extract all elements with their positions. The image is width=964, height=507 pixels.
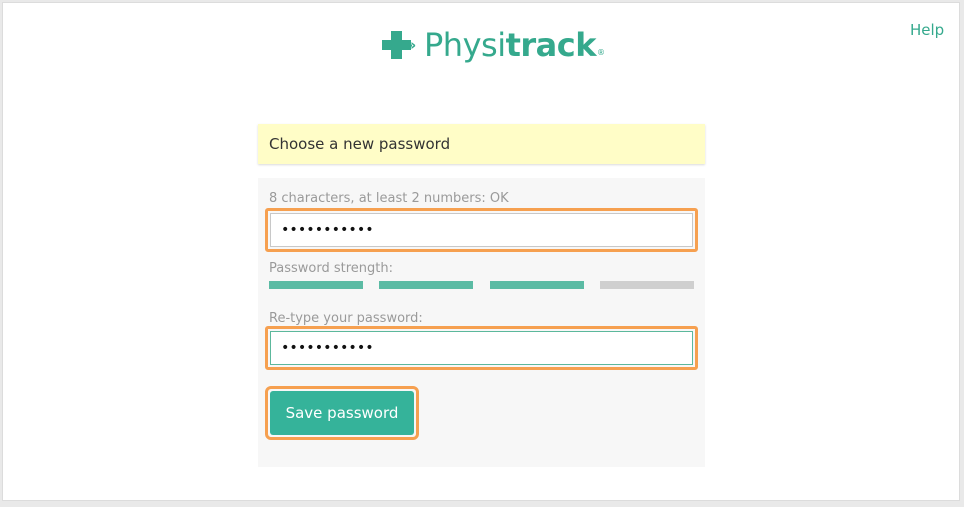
logo-text-light: Physi bbox=[424, 26, 506, 64]
password-hint: 8 characters, at least 2 numbers: OK bbox=[269, 191, 509, 206]
save-button-highlight: Save password bbox=[265, 386, 419, 440]
logo-text: Physitrack® bbox=[424, 23, 605, 67]
help-link[interactable]: Help bbox=[910, 21, 944, 39]
new-password-field[interactable] bbox=[270, 213, 693, 247]
password-form: 8 characters, at least 2 numbers: OK Pas… bbox=[258, 178, 705, 467]
retype-password-field[interactable] bbox=[270, 331, 693, 365]
strength-label: Password strength: bbox=[269, 261, 393, 276]
password-strength-meter bbox=[269, 281, 694, 290]
retype-field-highlight bbox=[265, 326, 698, 370]
logo-trademark: ® bbox=[597, 48, 605, 57]
physitrack-logo: ›› Physitrack® bbox=[382, 23, 605, 67]
strength-segment bbox=[379, 281, 473, 289]
notice-banner: Choose a new password bbox=[258, 124, 705, 164]
logo-text-bold: track bbox=[505, 26, 597, 64]
cross-icon: ›› bbox=[382, 29, 420, 61]
password-field-highlight bbox=[265, 208, 698, 252]
strength-segment bbox=[490, 281, 584, 289]
retype-label: Re-type your password: bbox=[269, 311, 423, 326]
strength-segment bbox=[600, 281, 694, 289]
save-password-button[interactable]: Save password bbox=[270, 391, 414, 435]
strength-segment bbox=[269, 281, 363, 289]
